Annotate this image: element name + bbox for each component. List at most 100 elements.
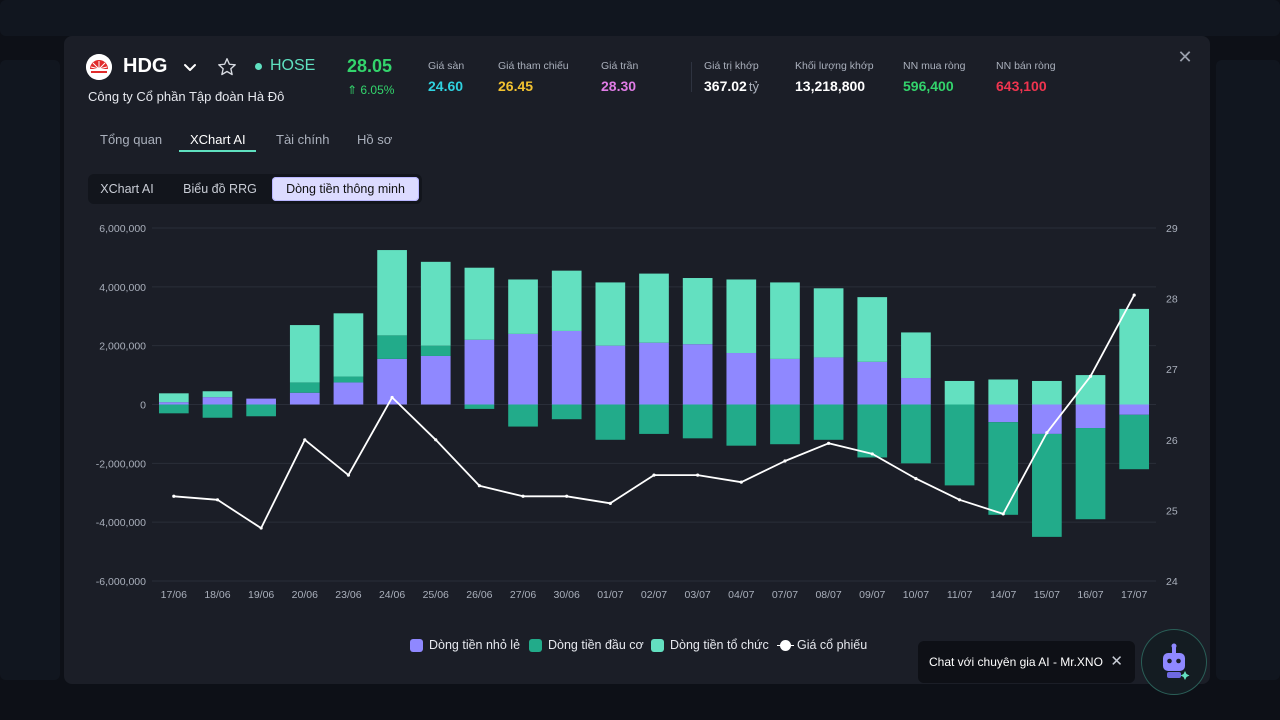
bar-segment-institutional	[595, 282, 626, 346]
bar-segment-institutional	[551, 270, 582, 331]
y2-axis-tick-label: 28	[1166, 294, 1178, 306]
x-axis-tick-label: 10/07	[903, 589, 929, 601]
bar-segment-retail	[682, 344, 713, 405]
x-axis-tick-label: 30/06	[554, 589, 580, 601]
bar-segment-institutional	[944, 380, 975, 405]
x-axis-tick-label: 24/06	[379, 589, 405, 601]
bar-segment-retail	[988, 404, 1019, 423]
bar-segment-institutional	[333, 313, 364, 377]
bar-segment-institutional	[508, 279, 538, 334]
price-point	[608, 501, 612, 505]
price-point	[1001, 512, 1005, 516]
bar-segment-institutional	[813, 288, 844, 358]
bar-segment-retail	[770, 358, 800, 405]
x-axis-tick-label: 14/07	[990, 589, 1016, 601]
bar-segment-retail	[857, 361, 888, 405]
bar-segment-retail	[813, 357, 844, 405]
legend-swatch	[529, 638, 542, 652]
chat-prompt-label: Chat với chuyên gia AI - Mr.XNO	[929, 655, 1103, 669]
bar-segment-retail	[726, 353, 757, 405]
price-point	[696, 473, 700, 477]
bar-segment-speculative	[682, 404, 713, 439]
x-axis-tick-label: 19/06	[248, 589, 274, 601]
bar-segment-institutional	[1032, 380, 1062, 405]
bar-segment-institutional	[377, 250, 407, 336]
x-axis-tick-label: 17/07	[1121, 589, 1147, 601]
bar-segment-speculative	[901, 404, 931, 464]
close-icon[interactable]: ✕	[1110, 652, 1123, 670]
price-point	[652, 473, 656, 477]
price-point	[521, 494, 525, 498]
bar-segment-speculative	[1032, 433, 1062, 537]
legend-label: Dòng tiền nhỏ lẻ	[429, 638, 521, 652]
x-axis-tick-label: 25/06	[423, 589, 449, 601]
y2-axis-tick-label: 29	[1166, 223, 1178, 235]
price-point	[172, 494, 176, 498]
legend-swatch	[651, 638, 664, 652]
bar-segment-institutional	[202, 391, 233, 398]
bar-segment-speculative	[464, 404, 495, 409]
x-axis-tick-label: 07/07	[772, 589, 798, 601]
x-axis-tick-label: 02/07	[641, 589, 667, 601]
bar-segment-institutional	[158, 393, 189, 403]
price-point	[303, 438, 307, 442]
price-point	[1045, 431, 1049, 435]
legend-item-retail[interactable]: Dòng tiền nhỏ lẻ	[410, 638, 520, 652]
price-point	[957, 498, 962, 502]
bar-segment-retail	[202, 397, 233, 405]
price-point	[1088, 374, 1093, 378]
x-axis-tick-label: 04/07	[728, 589, 754, 601]
price-point	[390, 395, 394, 400]
x-axis-tick-label: 27/06	[510, 589, 536, 601]
legend-item-speculative[interactable]: Dòng tiền đầu cơ	[529, 638, 644, 652]
bar-segment-retail	[595, 345, 626, 405]
bar-segment-speculative	[202, 404, 233, 418]
bar-segment-speculative	[595, 404, 626, 440]
y-axis-tick-label: 4,000,000	[99, 282, 146, 294]
stock-detail-modal: ✕ HDG HOSE Công ty Cổ phần Tập đoàn Hà Đ…	[64, 36, 1210, 684]
ai-assistant-button[interactable]	[1141, 629, 1207, 695]
x-axis-tick-label: 16/07	[1077, 589, 1103, 601]
x-axis-tick-label: 23/06	[335, 589, 361, 601]
legend-item-price[interactable]: Giá cổ phiếu	[777, 638, 867, 652]
bar-segment-institutional	[639, 273, 669, 343]
bar-segment-speculative	[988, 422, 1019, 515]
price-point	[565, 494, 569, 498]
legend-label: Dòng tiền tổ chức	[670, 638, 769, 652]
y-axis-tick-label: 6,000,000	[99, 223, 146, 235]
chart-bars	[158, 250, 1150, 537]
bar-segment-speculative	[420, 345, 451, 356]
legend-item-institutional[interactable]: Dòng tiền tổ chức	[651, 638, 769, 652]
x-axis-tick-label: 18/06	[204, 589, 230, 601]
x-axis-tick-label: 11/07	[947, 589, 973, 601]
bar-segment-institutional	[289, 325, 320, 383]
y-axis-tick-label: 2,000,000	[99, 341, 146, 353]
price-point	[783, 459, 787, 463]
x-axis-tick-label: 15/07	[1034, 589, 1060, 601]
bar-segment-retail	[901, 378, 931, 405]
price-point	[215, 498, 220, 502]
bar-segment-institutional	[464, 267, 495, 340]
x-axis-tick-label: 03/07	[685, 589, 711, 601]
bar-segment-institutional	[857, 297, 888, 362]
bar-segment-retail	[639, 342, 669, 405]
bar-segment-speculative	[551, 404, 582, 420]
robot-icon	[1163, 643, 1190, 680]
bar-segment-speculative	[1119, 414, 1150, 470]
bar-segment-speculative	[377, 335, 407, 359]
x-axis-tick-label: 17/06	[161, 589, 187, 601]
bar-segment-speculative	[158, 404, 189, 414]
bar-segment-speculative	[770, 404, 800, 445]
bar-segment-speculative	[726, 404, 757, 446]
bar-segment-institutional	[682, 278, 713, 345]
y-axis-tick-label: 0	[140, 400, 146, 412]
bar-segment-institutional	[1119, 308, 1150, 405]
legend-label: Dòng tiền đầu cơ	[548, 638, 644, 652]
bar-segment-speculative	[333, 376, 364, 383]
chat-expert-prompt[interactable]: Chat với chuyên gia AI - Mr.XNO ✕	[918, 641, 1135, 683]
x-axis-tick-label: 08/07	[815, 589, 841, 601]
price-point	[434, 438, 438, 442]
bar-segment-retail	[333, 382, 364, 405]
bar-segment-speculative	[508, 404, 538, 427]
y2-axis-tick-label: 26	[1166, 435, 1178, 447]
